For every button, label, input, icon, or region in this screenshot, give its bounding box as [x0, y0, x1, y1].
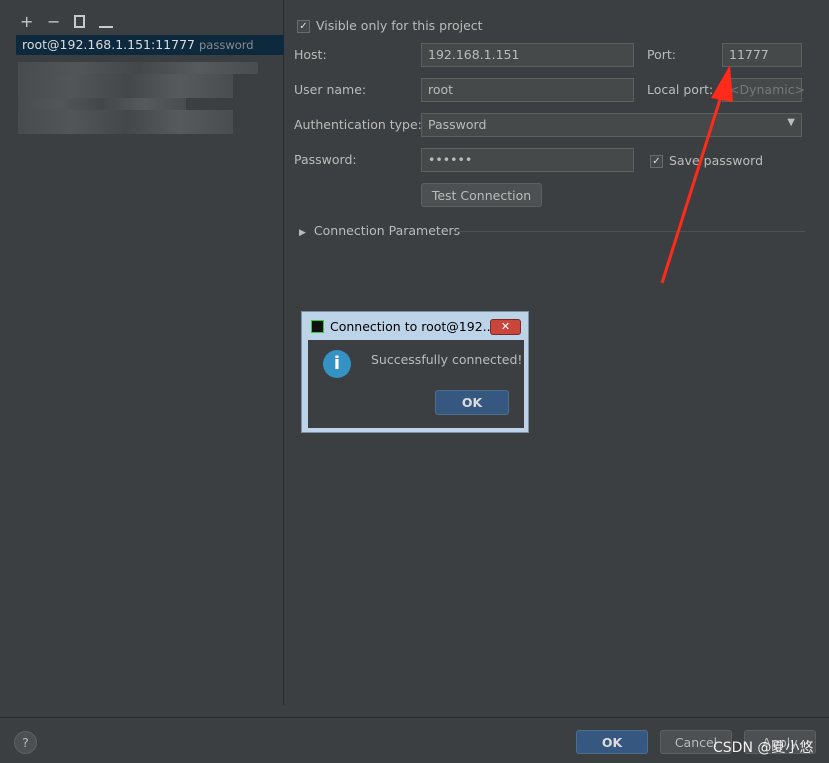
- footer-divider: [0, 717, 829, 718]
- chevron-down-icon: ▼: [787, 117, 795, 128]
- connection-name: root@192.168.1.151:11777: [22, 37, 195, 52]
- help-button[interactable]: ?: [14, 731, 37, 754]
- user-label: User name:: [294, 82, 367, 97]
- auth-type-label: Authentication type:: [294, 117, 422, 132]
- test-connection-button[interactable]: Test Connection: [421, 183, 542, 207]
- connection-list-panel: + − root@192.168.1.151:11777 password: [0, 0, 284, 705]
- ok-button[interactable]: OK: [576, 730, 648, 754]
- blurred-item: [18, 122, 233, 134]
- connection-type: password: [198, 38, 254, 52]
- plus-icon[interactable]: +: [20, 12, 33, 31]
- host-label: Host:: [294, 47, 327, 62]
- copy-icon[interactable]: [74, 15, 85, 28]
- dialog-ok-button[interactable]: OK: [435, 390, 509, 415]
- section-label: Connection Parameters: [313, 223, 461, 238]
- blurred-item: [18, 74, 233, 86]
- auth-type-value: Password: [428, 117, 487, 132]
- blurred-item: [18, 86, 233, 98]
- list-item-selected[interactable]: root@192.168.1.151:11777 password: [16, 35, 284, 55]
- divider: [456, 231, 805, 232]
- watermark: CSDN @夏小悠: [713, 740, 814, 756]
- checkbox-label: Visible only for this project: [316, 18, 483, 33]
- minus-icon[interactable]: −: [47, 12, 60, 31]
- info-icon: i: [323, 350, 351, 378]
- blurred-item: [18, 62, 258, 74]
- dialog-title: Connection to root@192....: [330, 319, 499, 334]
- host-input[interactable]: 192.168.1.151: [421, 43, 634, 67]
- red-arrow-annotation: [660, 65, 733, 284]
- visible-only-checkbox[interactable]: ✓ Visible only for this project: [297, 18, 483, 33]
- connection-dialog: Connection to root@192.... ✕ i Successfu…: [301, 311, 529, 433]
- password-label: Password:: [294, 152, 357, 167]
- triangle-right-icon: ▶: [299, 228, 306, 238]
- edit-icon[interactable]: [99, 26, 113, 28]
- blurred-item: [18, 98, 186, 110]
- close-icon[interactable]: ✕: [490, 319, 521, 335]
- pycharm-icon: [311, 320, 324, 333]
- connection-parameters-toggle[interactable]: ▶ Connection Parameters: [299, 223, 460, 238]
- user-input[interactable]: root: [421, 78, 634, 102]
- dialog-message: Successfully connected!: [371, 352, 523, 367]
- password-input[interactable]: ••••••: [421, 148, 634, 172]
- blurred-item: [18, 110, 233, 122]
